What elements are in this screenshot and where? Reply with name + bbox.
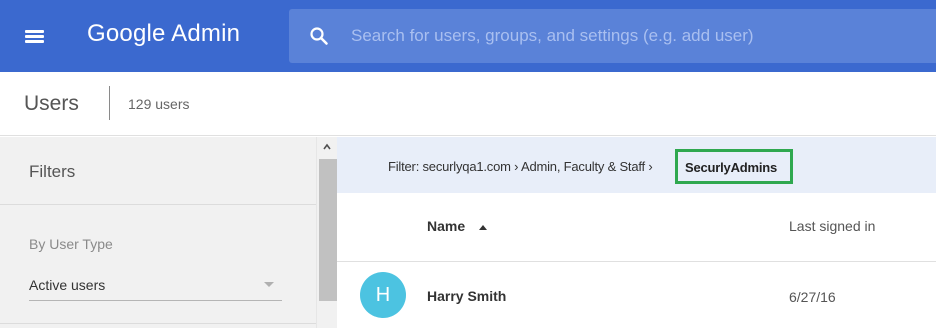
table-header: Name Last signed in (337, 193, 936, 262)
header-divider (109, 86, 110, 120)
filters-panel: Filters By User Type Active users (0, 137, 316, 328)
search-input[interactable]: Search for users, groups, and settings (… (289, 9, 936, 63)
table-row[interactable]: H Harry Smith 6/27/16 (337, 262, 936, 328)
last-signed-in: 6/27/16 (789, 289, 836, 305)
page-title: Users (24, 92, 79, 115)
chevron-down-icon[interactable] (264, 282, 274, 287)
filter-highlighted-ou[interactable]: SecurlyAdmins (675, 149, 793, 184)
top-app-bar: Google Admin Search for users, groups, a… (0, 0, 936, 72)
filters-scrollbar[interactable] (316, 137, 337, 328)
filters-header: Filters (0, 137, 316, 205)
divider (0, 323, 316, 324)
sort-ascending-icon[interactable] (479, 225, 487, 230)
filters-title: Filters (29, 162, 76, 181)
scrollbar-thumb[interactable] (319, 159, 337, 301)
user-type-select[interactable]: Active users (29, 271, 282, 301)
column-header-name[interactable]: Name (427, 218, 465, 234)
user-count: 129 users (128, 96, 190, 112)
filter-ou-label: SecurlyAdmins (685, 160, 778, 175)
search-placeholder: Search for users, groups, and settings (… (351, 26, 754, 45)
page-header: Users 129 users (0, 72, 936, 136)
search-icon[interactable] (309, 26, 329, 46)
user-type-label: By User Type (29, 236, 113, 252)
column-header-last-signed-in[interactable]: Last signed in (789, 218, 875, 234)
avatar: H (360, 272, 406, 318)
menu-icon[interactable] (22, 24, 48, 48)
user-type-value: Active users (29, 277, 106, 293)
user-name[interactable]: Harry Smith (427, 288, 506, 304)
scroll-up-icon[interactable] (323, 143, 331, 151)
app-title[interactable]: Google Admin (87, 20, 240, 48)
filter-path: Filter: securlyqa1.com › Admin, Faculty … (388, 159, 653, 174)
filter-breadcrumb: Filter: securlyqa1.com › Admin, Faculty … (337, 137, 936, 193)
